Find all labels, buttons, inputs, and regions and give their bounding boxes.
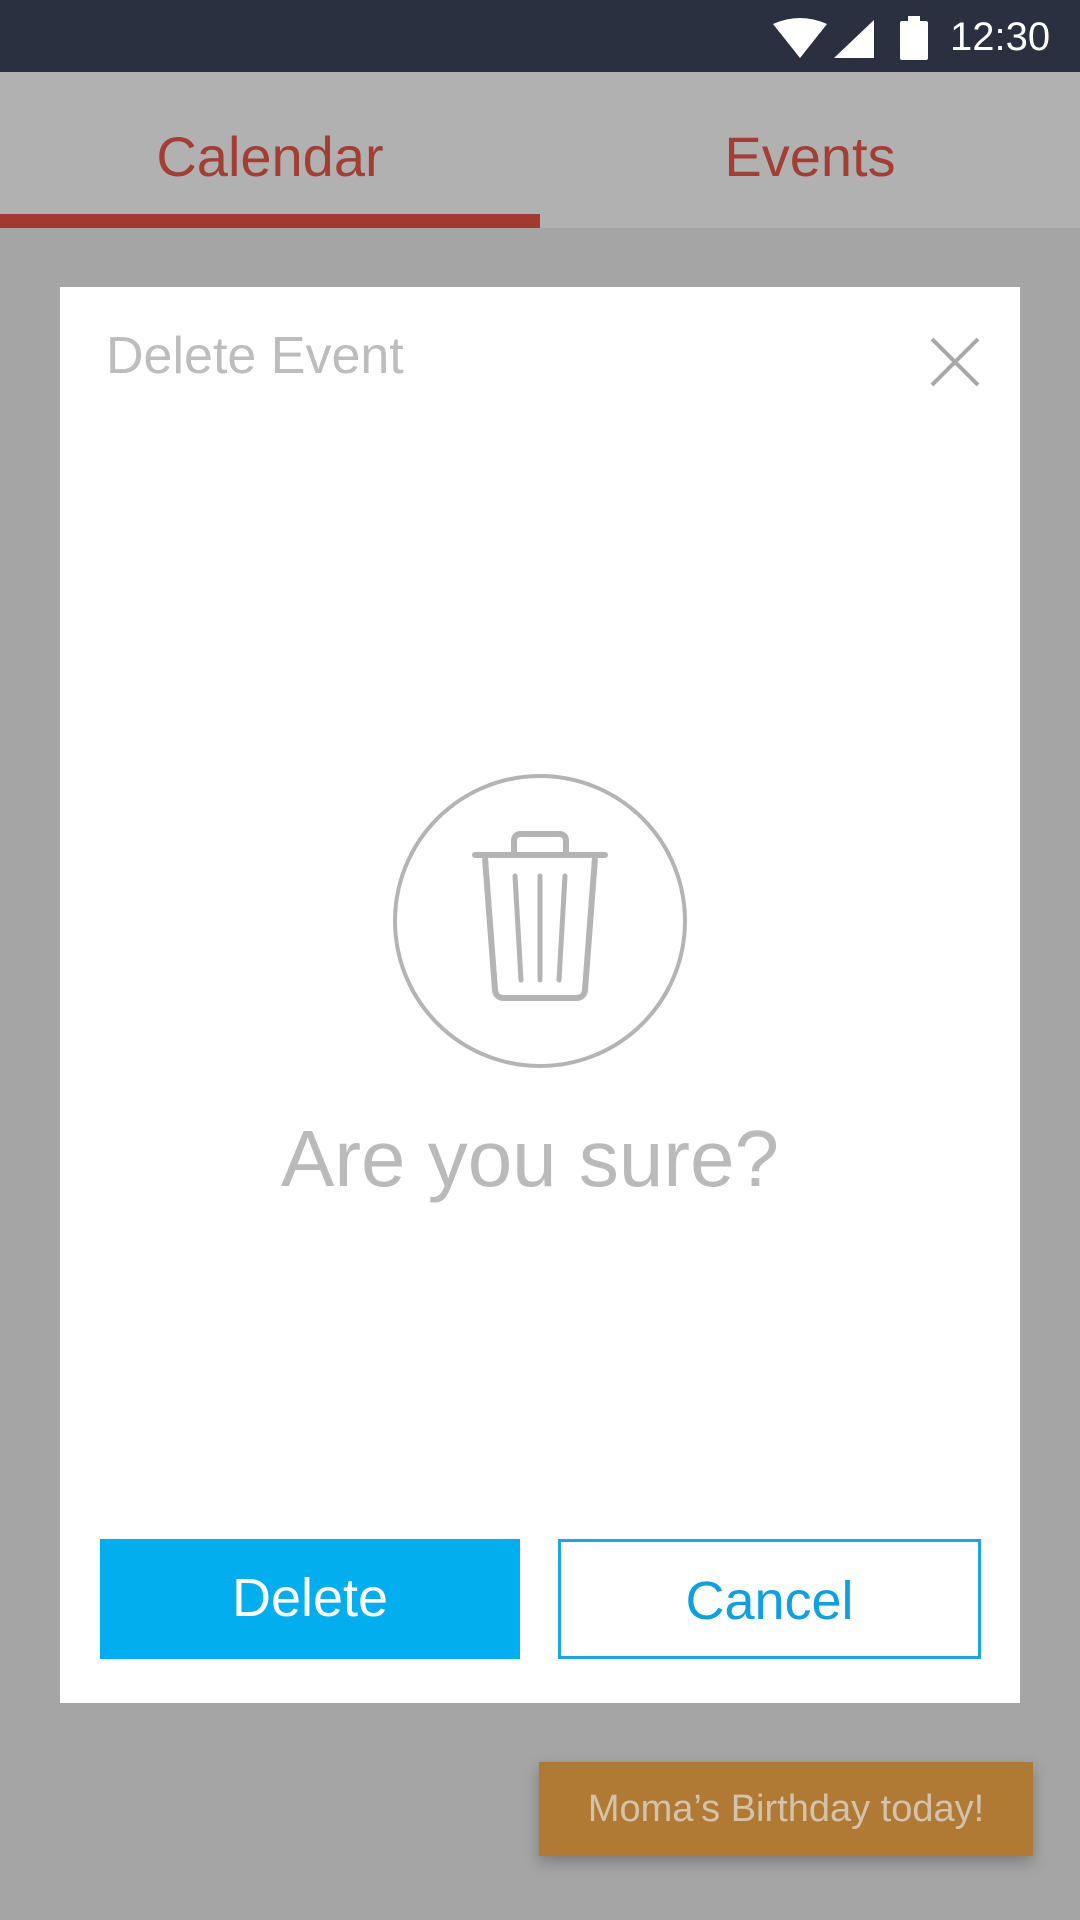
tab-bar: Calendar Events	[0, 72, 1080, 228]
tab-events[interactable]: Events	[540, 72, 1080, 228]
signal-icon	[834, 20, 874, 58]
trash-icon	[393, 774, 687, 1068]
status-bar: 12:30	[0, 0, 1080, 72]
wifi-icon	[773, 18, 827, 58]
close-icon[interactable]	[920, 327, 990, 397]
birthday-toast[interactable]: Moma’s Birthday today!	[539, 1762, 1033, 1856]
delete-button[interactable]: Delete	[100, 1539, 520, 1659]
confirmation-prompt: Are you sure?	[280, 1114, 780, 1203]
status-time: 12:30	[950, 15, 1051, 59]
app-screen: 12:30 Calendar Events Delete Event Are y…	[0, 0, 1080, 1920]
cancel-button[interactable]: Cancel	[558, 1539, 981, 1659]
battery-icon	[900, 16, 928, 60]
dialog-title: Delete Event	[106, 327, 404, 385]
active-tab-indicator	[0, 214, 540, 228]
delete-event-dialog: Delete Event Are you sure? Delete Cancel	[60, 287, 1020, 1703]
tab-calendar[interactable]: Calendar	[0, 72, 540, 228]
